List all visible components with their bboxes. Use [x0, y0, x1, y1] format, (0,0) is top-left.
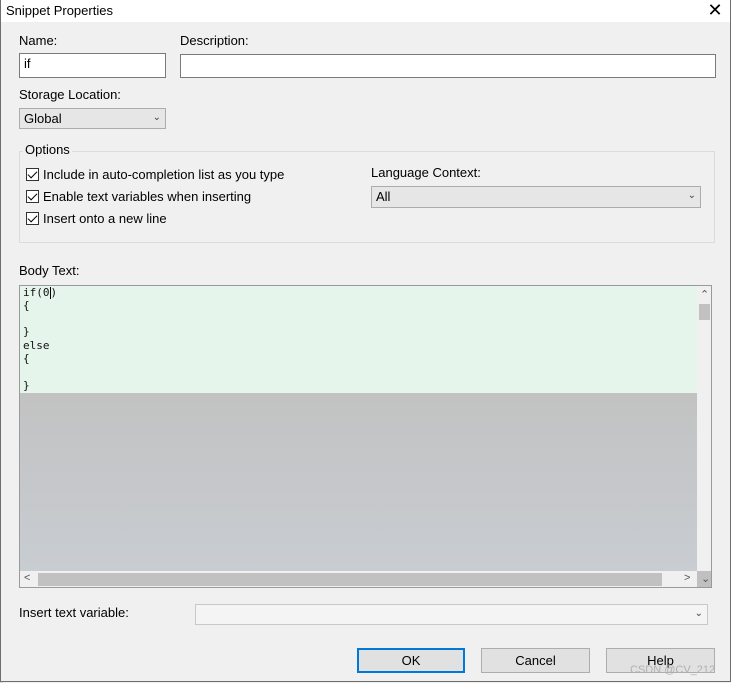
checkbox-label: Include in auto-completion list as you t…	[43, 166, 285, 182]
chevron-down-icon: ⌄	[694, 608, 703, 619]
editor-empty-area[interactable]	[20, 393, 697, 571]
code-line: {	[23, 299, 30, 312]
vertical-scrollbar[interactable]: ⌃	[697, 286, 711, 571]
vertical-scroll-thumb[interactable]	[699, 304, 710, 320]
language-context-select[interactable]: All ⌄	[371, 186, 701, 208]
name-input[interactable]: if	[19, 53, 166, 78]
body-text-label: Body Text:	[19, 263, 80, 278]
horizontal-scroll-thumb[interactable]	[38, 573, 662, 586]
cancel-button[interactable]: Cancel	[481, 648, 590, 673]
name-label: Name:	[19, 33, 58, 48]
checkbox-new-line[interactable]: Insert onto a new line	[26, 210, 167, 226]
snippet-properties-dialog: Snippet Properties ✕ Name: if Descriptio…	[0, 0, 731, 682]
language-context-label: Language Context:	[371, 165, 481, 180]
checkbox-label: Insert onto a new line	[43, 210, 167, 226]
chevron-down-icon: ⌄	[687, 190, 696, 201]
storage-location-label: Storage Location:	[19, 87, 121, 102]
checkbox-auto-completion[interactable]: Include in auto-completion list as you t…	[26, 166, 284, 182]
scroll-right-icon[interactable]: >	[684, 572, 690, 584]
code-line: }	[23, 325, 30, 338]
checkbox-label: Enable text variables when inserting	[43, 188, 252, 204]
chevron-down-icon: ⌄	[152, 112, 161, 123]
code-area[interactable]: if(0) { } else { }	[20, 286, 697, 393]
ok-button[interactable]: OK	[357, 648, 465, 673]
code-line: if(0)	[23, 286, 58, 299]
description-label: Description:	[180, 33, 249, 48]
description-input[interactable]	[180, 54, 716, 78]
language-context-value: All	[376, 189, 391, 204]
options-title: Options	[23, 142, 72, 157]
checkbox-checked-icon[interactable]	[26, 167, 39, 181]
insert-text-variable-select[interactable]: ⌄	[195, 604, 708, 625]
code-line: {	[23, 352, 30, 365]
code-line: else	[23, 339, 50, 352]
storage-location-select[interactable]: Global ⌄	[19, 108, 166, 129]
body-text-editor[interactable]: if(0) { } else { } ⌃ < > ⌄	[19, 285, 712, 588]
storage-location-value: Global	[24, 111, 62, 126]
close-icon[interactable]: ✕	[704, 0, 726, 20]
checkbox-checked-icon[interactable]	[26, 211, 39, 225]
scroll-down-icon[interactable]: ⌄	[701, 572, 710, 585]
window-title: Snippet Properties	[6, 3, 113, 18]
watermark: CSDN @CV_212	[630, 664, 716, 676]
code-line: }	[23, 379, 30, 392]
checkbox-checked-icon[interactable]	[26, 189, 39, 203]
title-bar: Snippet Properties ✕	[1, 0, 730, 22]
horizontal-scrollbar[interactable]: < >	[20, 571, 697, 587]
scroll-up-icon[interactable]: ⌃	[700, 288, 709, 301]
insert-text-variable-label: Insert text variable:	[19, 605, 129, 620]
checkbox-text-variables[interactable]: Enable text variables when inserting	[26, 188, 251, 204]
scroll-left-icon[interactable]: <	[24, 572, 30, 584]
